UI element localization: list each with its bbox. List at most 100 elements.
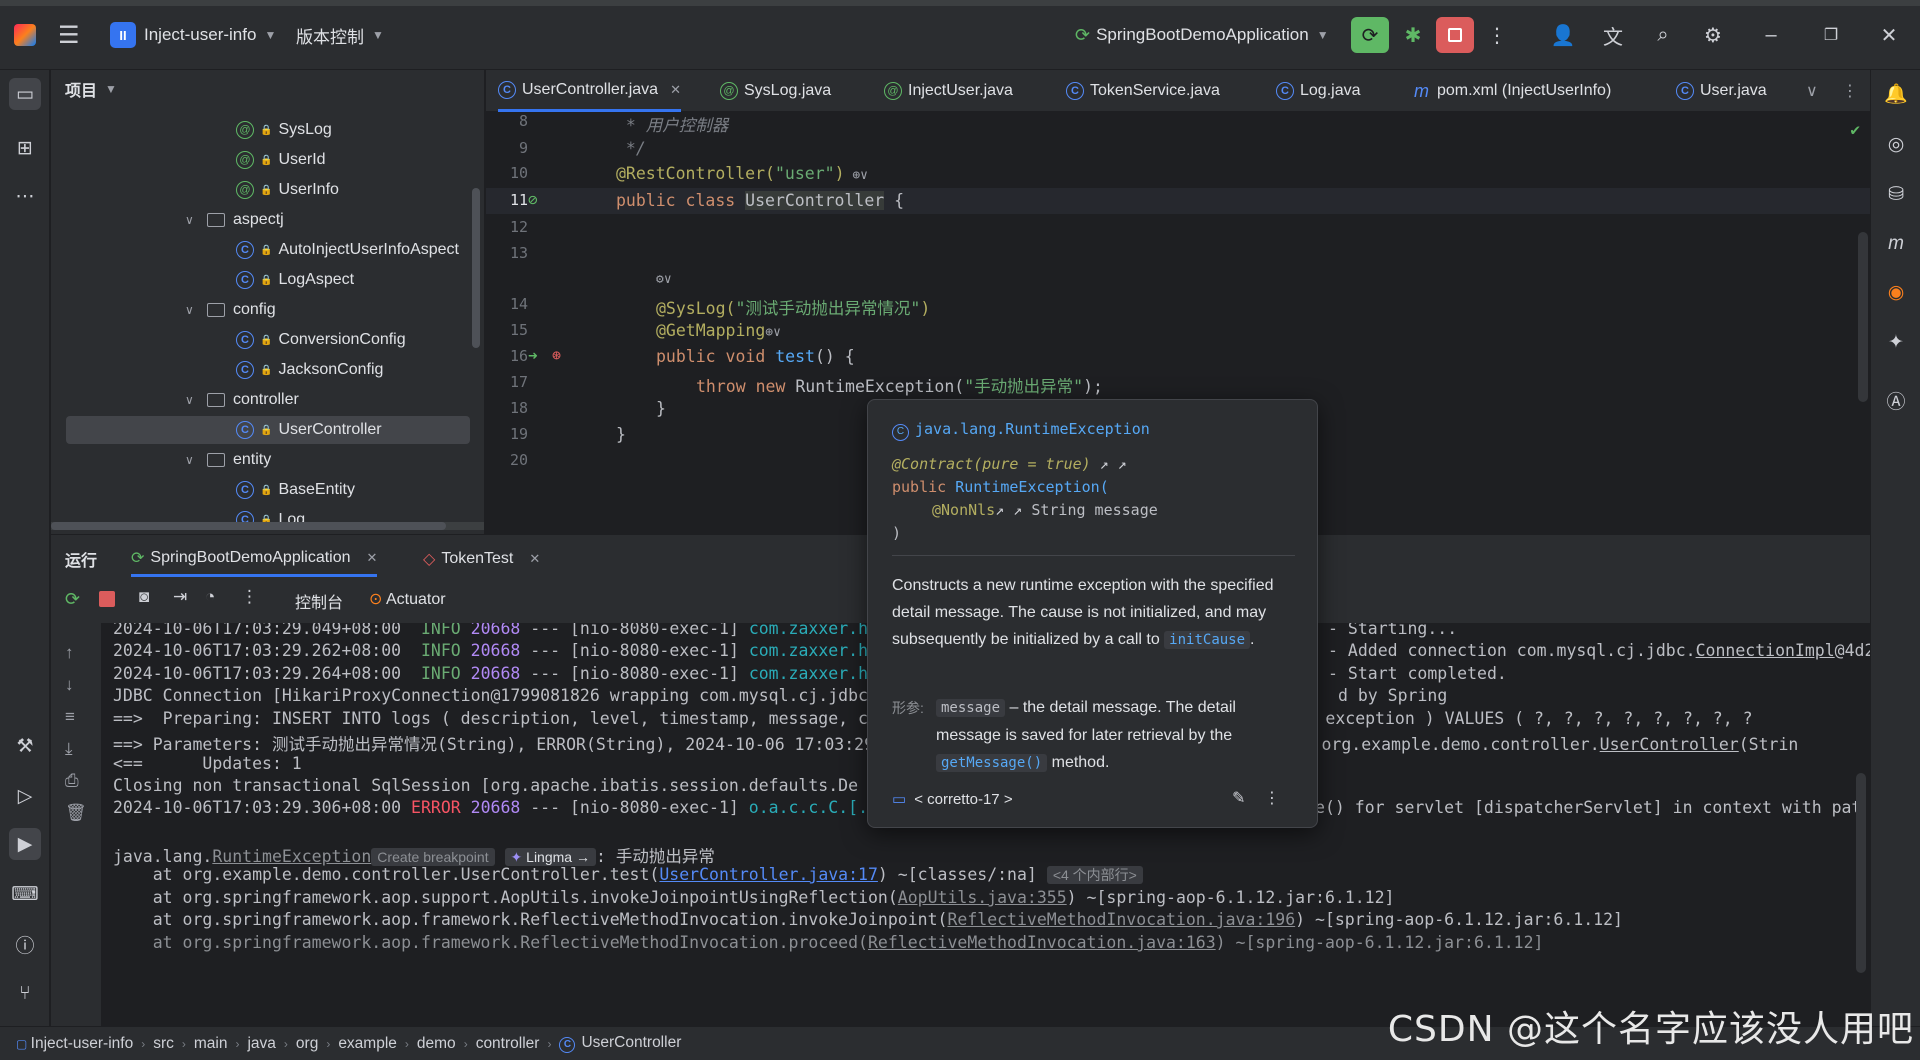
web-globe-icon[interactable]: ⊕∨ bbox=[765, 325, 781, 340]
breadcrumb-item[interactable]: controller bbox=[476, 1035, 540, 1053]
navigate-arrow-gutter-icon[interactable]: ➜ bbox=[528, 346, 538, 365]
tree-item-jacksonconfig[interactable]: C 🔒 JacksonConfig bbox=[236, 356, 383, 384]
web-globe-icon[interactable]: ⊕∨ bbox=[845, 168, 868, 183]
more-options-icon[interactable]: ⋮ bbox=[1264, 788, 1280, 808]
tab-usercontroller[interactable]: C UserController.java ✕ bbox=[498, 70, 681, 112]
settings-gear-icon[interactable]: ⚙ bbox=[1694, 17, 1732, 53]
close-tab-icon[interactable]: ✕ bbox=[529, 551, 540, 567]
project-panel-header[interactable]: 项目 ▼ bbox=[51, 70, 484, 108]
print-icon[interactable]: ⎙ bbox=[65, 771, 79, 791]
spring-bean-gutter-icon[interactable]: ⊘ bbox=[528, 190, 538, 209]
breadcrumb-item[interactable]: src bbox=[153, 1035, 174, 1053]
restore-icon[interactable]: ❐ bbox=[1812, 17, 1850, 53]
edit-pencil-icon[interactable]: ✎ bbox=[1232, 788, 1245, 808]
git-branch-icon[interactable]: ⑂ bbox=[9, 978, 41, 1010]
ai-assistant-icon[interactable]: ◎ bbox=[1880, 128, 1912, 160]
close-tab-icon[interactable]: ✕ bbox=[367, 550, 378, 566]
main-menu-icon[interactable]: ☰ bbox=[58, 18, 80, 52]
tab-log[interactable]: C Log.java bbox=[1276, 70, 1361, 112]
exit-icon[interactable]: ⇥ bbox=[173, 587, 187, 607]
tree-folder-aspectj[interactable]: ∨ aspectj bbox=[185, 206, 284, 234]
rerun-button[interactable]: ⟳ bbox=[1351, 17, 1389, 53]
minimize-icon[interactable]: – bbox=[1752, 17, 1790, 53]
breadcrumb-item[interactable]: demo bbox=[417, 1035, 456, 1053]
exception-class-link[interactable]: RuntimeException bbox=[212, 847, 371, 866]
tab-syslog[interactable]: @ SysLog.java bbox=[720, 70, 831, 112]
tab-tokenservice[interactable]: C TokenService.java bbox=[1066, 70, 1220, 112]
chevron-down-icon[interactable]: ∨ bbox=[185, 393, 207, 407]
scroll-to-end-icon[interactable]: ⤓ bbox=[65, 739, 73, 759]
close-tab-icon[interactable]: ✕ bbox=[670, 82, 681, 98]
tree-item-userinfo[interactable]: @ 🔒 UserInfo bbox=[236, 176, 339, 204]
vcs-menu[interactable]: 版本控制 ▼ bbox=[296, 18, 384, 52]
clear-trash-icon[interactable]: 🗑 bbox=[65, 803, 87, 823]
tab-injectuser[interactable]: @ InjectUser.java bbox=[884, 70, 1013, 112]
chevron-down-icon[interactable]: ∨ bbox=[185, 213, 207, 227]
more-actions-icon[interactable]: ⋮ bbox=[1478, 17, 1516, 53]
translate-icon[interactable]: 文 bbox=[1594, 17, 1632, 53]
soft-wrap-icon[interactable]: ≡ bbox=[65, 707, 75, 727]
tree-item-syslog[interactable]: @ 🔒 SysLog bbox=[236, 116, 332, 144]
stop-button[interactable] bbox=[1436, 17, 1474, 53]
internal-lines-folder[interactable]: <4 个内部行> bbox=[1046, 866, 1143, 884]
scroll-down-icon[interactable]: ↓ bbox=[65, 675, 74, 695]
debug-icon[interactable]: ✱ bbox=[1394, 17, 1432, 53]
chevron-down-icon[interactable]: ∨ bbox=[185, 453, 207, 467]
breadcrumb-item[interactable]: org bbox=[296, 1035, 318, 1053]
problems-icon[interactable]: ⓘ bbox=[9, 928, 41, 960]
tree-item-logaspect[interactable]: C 🔒 LogAspect bbox=[236, 266, 354, 294]
tree-item-autoinjectuserinfoaspect[interactable]: C 🔒 AutoInjectUserInfoAspect bbox=[236, 236, 459, 264]
editor-scrollbar[interactable] bbox=[1858, 232, 1868, 402]
tab-more-icon[interactable]: ⋮ bbox=[1842, 70, 1858, 112]
stop-icon[interactable] bbox=[99, 591, 115, 607]
source-link[interactable]: ReflectiveMethodInvocation.java:196 bbox=[947, 910, 1295, 929]
tree-folder-entity[interactable]: ∨ entity bbox=[185, 446, 271, 474]
project-scrollbar[interactable] bbox=[472, 188, 480, 348]
build-hammer-icon[interactable]: ⚒ bbox=[9, 730, 41, 762]
more-tools-icon[interactable]: ⋯ bbox=[9, 180, 41, 212]
lingma-button[interactable]: ✦ Lingma → bbox=[504, 848, 596, 866]
tree-item-conversionconfig[interactable]: C 🔒 ConversionConfig bbox=[236, 326, 406, 354]
initcause-link[interactable]: initCause bbox=[1164, 631, 1251, 649]
run-tab-springbootdemoapplication[interactable]: ⟳ SpringBootDemoApplication ✕ bbox=[131, 541, 378, 577]
external-link-icon[interactable]: ↗ ↗ bbox=[995, 501, 1022, 519]
lingma-icon[interactable]: ✦ bbox=[1880, 326, 1912, 358]
close-window-icon[interactable]: ✕ bbox=[1870, 17, 1908, 53]
quick-documentation-popup[interactable]: Cjava.lang.RuntimeException @Contract(pu… bbox=[867, 399, 1318, 828]
camera-icon[interactable]: ◙ bbox=[139, 587, 149, 607]
create-breakpoint-button[interactable]: Create breakpoint bbox=[371, 848, 495, 866]
run-config-selector[interactable]: ⟳ SpringBootDemoApplication ▼ bbox=[1075, 18, 1329, 52]
external-link-icon[interactable]: ↗ ↗ bbox=[1091, 455, 1127, 473]
scroll-up-icon[interactable]: ↑ bbox=[65, 643, 74, 663]
tabs-overflow-icon[interactable]: ∨ bbox=[1806, 70, 1818, 112]
terminal-icon[interactable]: ⌨ bbox=[9, 878, 41, 910]
breadcrumb-item[interactable]: C UserController bbox=[559, 1034, 681, 1053]
tree-item-baseentity[interactable]: C 🔒 BaseEntity bbox=[236, 476, 355, 504]
run-tab-tokentest[interactable]: ◇ TokenTest ✕ bbox=[423, 541, 540, 577]
breadcrumb-item[interactable]: main bbox=[194, 1035, 228, 1053]
search-icon[interactable]: ⌕ bbox=[1644, 17, 1682, 53]
console-scrollbar[interactable] bbox=[1856, 773, 1866, 973]
endpoint-gutter-icon[interactable]: ⊛ bbox=[552, 346, 561, 364]
database-icon[interactable]: ⛁ bbox=[1880, 178, 1912, 210]
console-tab[interactable]: 控制台 bbox=[295, 589, 343, 613]
horizontal-scrollbar[interactable] bbox=[51, 522, 484, 530]
services-icon[interactable]: ▷ bbox=[9, 780, 41, 812]
breadcrumb-item[interactable]: example bbox=[338, 1035, 397, 1053]
project-folder-icon[interactable]: ▭ bbox=[9, 78, 41, 110]
tree-item-usercontroller[interactable]: C 🔒 UserController bbox=[66, 416, 470, 444]
tab-user[interactable]: C User.java bbox=[1676, 70, 1767, 112]
getmessage-link[interactable]: getMessage() bbox=[936, 754, 1048, 772]
source-link[interactable]: AopUtils.java:355 bbox=[898, 888, 1067, 907]
tree-folder-config[interactable]: ∨ config bbox=[185, 296, 276, 324]
run-tool-icon[interactable]: ▶ bbox=[9, 828, 41, 860]
actuator-tab[interactable]: ⊙ Actuator bbox=[369, 589, 446, 609]
app-logo-icon[interactable] bbox=[14, 18, 38, 52]
breadcrumb-item[interactable]: java bbox=[247, 1035, 275, 1053]
tree-folder-controller[interactable]: ∨ controller bbox=[185, 386, 299, 414]
doc-class-name[interactable]: java.lang.RuntimeException bbox=[915, 420, 1150, 438]
plugin-orange-icon[interactable]: ◉ bbox=[1880, 276, 1912, 308]
document-viewer-icon[interactable]: Ⓐ bbox=[1880, 384, 1912, 416]
notifications-bell-icon[interactable]: 🔔 bbox=[1880, 78, 1912, 110]
speedometer-icon[interactable]: ◔ bbox=[205, 587, 215, 607]
